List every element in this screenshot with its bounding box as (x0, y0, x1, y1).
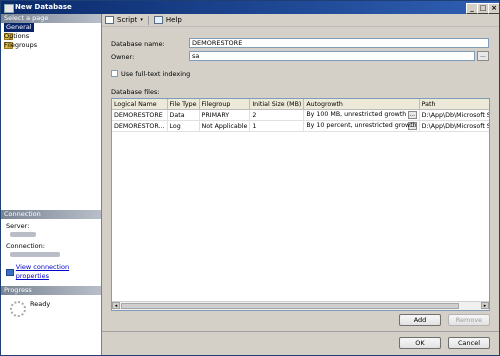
column-header[interactable]: Filegroup (199, 99, 251, 110)
logical-name-cell[interactable]: DEMORESTORE (112, 109, 168, 121)
connection-properties-icon (6, 268, 14, 276)
column-header[interactable]: Initial Size (MB) (249, 99, 305, 110)
new-database-window: New Database _ □ × Select a page General… (0, 0, 500, 356)
fulltext-label: Use full-text indexing (121, 70, 191, 78)
sidebar-item-label: Filegroups (4, 41, 38, 49)
initial-size-cell[interactable]: 2 (249, 109, 305, 121)
help-button[interactable]: Help (166, 16, 182, 24)
add-button[interactable]: Add (399, 314, 441, 326)
column-header[interactable]: Logical Name (112, 99, 168, 110)
title-bar: New Database _ □ × (1, 1, 499, 14)
owner-browse-button[interactable]: ... (477, 51, 489, 61)
server-value-redacted (10, 232, 36, 237)
scroll-right-icon[interactable]: ▸ (481, 302, 489, 309)
window-title: New Database (15, 3, 72, 11)
connection-header: Connection (1, 210, 101, 219)
autogrowth-cell[interactable]: ... By 10 percent, unrestricted growth (303, 120, 420, 132)
database-files-label: Database files: (111, 88, 160, 96)
select-page-header: Select a page (1, 14, 101, 23)
file-type-cell[interactable]: Data (167, 109, 200, 121)
sidebar-item-general[interactable]: General (1, 23, 101, 32)
scroll-left-icon[interactable]: ◂ (112, 302, 120, 309)
table-row[interactable]: DEMORESTOR... Log Not Applicable 1 ... By… (112, 120, 489, 132)
sidebar-item-options[interactable]: Options (1, 32, 101, 41)
database-files-grid[interactable]: Logical Name File Type Filegroup Initial… (111, 98, 490, 311)
script-icon (105, 16, 114, 24)
script-dropdown-icon[interactable]: ▾ (140, 17, 143, 23)
column-header[interactable]: File Type (167, 99, 200, 110)
fulltext-checkbox[interactable] (111, 70, 118, 77)
autogrowth-cell[interactable]: ... By 100 MB, unrestricted growth (303, 109, 420, 121)
sidebar-item-label: Options (4, 32, 30, 40)
column-header[interactable]: Path (419, 99, 489, 110)
column-header[interactable]: Autogrowth (303, 99, 420, 110)
initial-size-cell[interactable]: 1 (249, 120, 305, 132)
progress-section: Progress Ready (1, 286, 101, 317)
cancel-button[interactable]: Cancel (448, 337, 490, 349)
progress-spinner-icon (10, 301, 26, 317)
app-icon (4, 4, 14, 13)
help-icon (153, 16, 163, 24)
connection-label: Connection: (6, 242, 45, 250)
logical-name-cell[interactable]: DEMORESTOR... (112, 120, 168, 132)
sidebar-item-label: General (4, 23, 34, 32)
ok-button[interactable]: OK (399, 337, 441, 349)
toolbar: Script ▾ Help (102, 14, 499, 27)
path-cell[interactable]: D:\App\Db\Microsoft SQ (419, 120, 489, 132)
table-row[interactable]: DEMORESTORE Data PRIMARY 2 ... By 100 MB,… (112, 109, 489, 121)
database-name-label: Database name: (111, 40, 165, 48)
close-button[interactable]: × (488, 3, 499, 14)
owner-input[interactable]: sa (189, 51, 475, 61)
sidebar: Select a page General Options Filegroups… (1, 14, 102, 355)
server-label: Server: (6, 222, 30, 230)
remove-button[interactable]: Remove (448, 314, 490, 326)
progress-status: Ready (30, 300, 51, 308)
view-connection-properties-link[interactable]: View connection properties (16, 263, 101, 281)
horizontal-scrollbar[interactable]: ◂ ▸ (112, 301, 489, 310)
divider (102, 331, 499, 332)
toolbar-separator (147, 15, 149, 25)
autogrowth-value: By 100 MB, unrestricted growth (306, 111, 407, 118)
progress-header: Progress (1, 286, 101, 295)
table-header-row: Logical Name File Type Filegroup Initial… (112, 99, 489, 110)
owner-label: Owner: (111, 53, 135, 61)
filegroup-cell[interactable]: Not Applicable (199, 120, 251, 132)
general-page: Database name: DEMORESTORE Owner: sa ...… (102, 28, 499, 355)
connection-value-redacted (10, 252, 60, 257)
database-files-table: Logical Name File Type Filegroup Initial… (112, 99, 489, 132)
database-name-input[interactable]: DEMORESTORE (189, 38, 489, 48)
autogrowth-browse-button[interactable]: ... (407, 111, 417, 119)
autogrowth-value: By 10 percent, unrestricted growth (306, 122, 417, 129)
path-cell[interactable]: D:\App\Db\Microsoft SQ (419, 109, 489, 121)
file-type-cell[interactable]: Log (167, 120, 200, 132)
filegroup-cell[interactable]: PRIMARY (199, 109, 251, 121)
script-button[interactable]: Script (117, 16, 137, 24)
scrollbar-thumb[interactable] (121, 303, 459, 309)
sidebar-item-filegroups[interactable]: Filegroups (1, 41, 101, 50)
connection-section: Connection Server: Connection: View conn… (1, 210, 101, 281)
